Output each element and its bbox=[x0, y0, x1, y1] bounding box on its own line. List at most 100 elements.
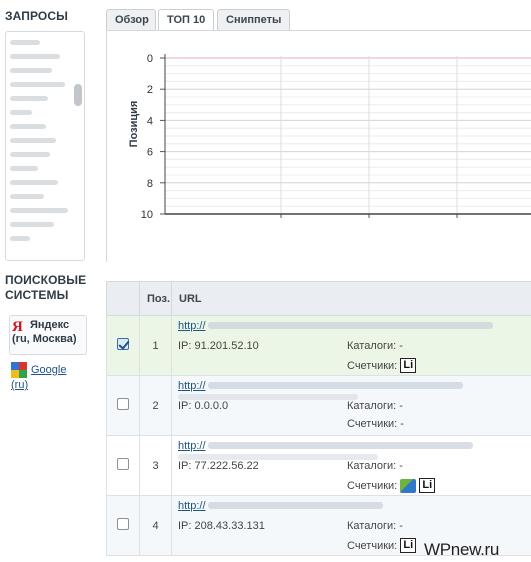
y-tick-label: 4 bbox=[147, 115, 153, 127]
list-item[interactable] bbox=[10, 54, 60, 59]
row-select-cell bbox=[106, 375, 140, 436]
row-counters: Счетчики: Li bbox=[347, 358, 417, 373]
queries-list[interactable] bbox=[5, 31, 85, 261]
y-tick-label: 2 bbox=[147, 84, 153, 96]
row-ip-label: IP: bbox=[178, 520, 192, 532]
engine-google-block: Google (ru) bbox=[11, 362, 66, 392]
row-url-text[interactable] bbox=[207, 382, 463, 389]
row-ip-value: 0.0.0.0 bbox=[194, 400, 229, 412]
y-tick-label: 6 bbox=[147, 147, 153, 159]
row-counters: Счетчики: - bbox=[347, 418, 404, 430]
engine-yandex[interactable]: Я Яндекс (ru, Москва) bbox=[9, 315, 87, 355]
row-position: 1 bbox=[139, 315, 172, 376]
row-url-text[interactable] bbox=[207, 442, 473, 449]
chart-canvas: 0 2 4 6 8 10 Позиция bbox=[128, 53, 531, 221]
tabs-bar: Обзор ТОП 10 Сниппеты bbox=[106, 6, 531, 31]
row-checkbox[interactable] bbox=[117, 518, 129, 530]
position-chart: 0 2 4 6 8 10 Позиция bbox=[106, 30, 531, 262]
list-item[interactable] bbox=[10, 152, 50, 157]
row-checkbox[interactable] bbox=[117, 458, 129, 470]
tab-top10[interactable]: ТОП 10 bbox=[158, 9, 214, 31]
row-counters-label: Счетчики: bbox=[347, 479, 398, 492]
header-select bbox=[106, 281, 140, 316]
row-url-line: http:// bbox=[178, 499, 531, 512]
row-catalogs: Каталоги: - bbox=[347, 520, 403, 532]
row-catalogs-label: Каталоги: bbox=[347, 340, 397, 352]
row-catalogs-label: Каталоги: bbox=[347, 520, 397, 532]
row-url-link[interactable]: http:// bbox=[178, 440, 206, 452]
queries-section-title: ЗАПРОСЫ bbox=[5, 9, 68, 23]
list-item[interactable] bbox=[10, 110, 32, 115]
row-url-text[interactable] bbox=[207, 502, 383, 509]
table-row[interactable]: 1 http:// IP: 91.201.52.10 Каталоги: - С… bbox=[106, 315, 531, 376]
row-counters-label: Счетчики: bbox=[347, 418, 398, 430]
row-catalogs-value: - bbox=[399, 400, 403, 412]
row-url-cell: http:// IP: 77.222.56.22 Каталоги: - Сче… bbox=[171, 435, 531, 496]
row-checkbox[interactable] bbox=[117, 398, 129, 410]
row-counters-label: Счетчики: bbox=[347, 359, 398, 372]
list-item[interactable] bbox=[10, 236, 30, 241]
tab-overview[interactable]: Обзор bbox=[106, 9, 156, 30]
row-position: 3 bbox=[139, 435, 172, 496]
engine-google-region[interactable]: (ru) bbox=[11, 379, 66, 392]
row-ip-value: 91.201.52.10 bbox=[194, 340, 259, 352]
row-url-line: http:// bbox=[178, 319, 531, 332]
li-icon[interactable]: Li bbox=[419, 478, 436, 493]
list-item[interactable] bbox=[10, 138, 56, 143]
row-select-cell bbox=[106, 435, 140, 496]
header-position: Поз. bbox=[139, 281, 172, 316]
tab-snippets[interactable]: Сниппеты bbox=[217, 9, 290, 30]
row-catalogs-label: Каталоги: bbox=[347, 400, 397, 412]
row-catalogs: Каталоги: - bbox=[347, 460, 403, 472]
row-ip: IP: 0.0.0.0 bbox=[178, 400, 228, 412]
table-header: Поз. URL bbox=[106, 281, 531, 316]
row-url-line: http:// bbox=[178, 439, 531, 452]
row-url-text[interactable] bbox=[207, 322, 493, 329]
row-checkbox[interactable] bbox=[117, 338, 129, 350]
row-select-cell bbox=[106, 315, 140, 376]
y-tick-label: 10 bbox=[141, 209, 153, 221]
engine-google-line: Google bbox=[11, 362, 66, 378]
row-ip: IP: 208.43.33.131 bbox=[178, 520, 265, 532]
row-ip-value: 208.43.33.131 bbox=[194, 520, 265, 532]
row-counters: Счетчики: Li bbox=[347, 538, 417, 553]
list-item[interactable] bbox=[10, 222, 54, 227]
list-item[interactable] bbox=[10, 180, 58, 185]
table-row[interactable]: 3 http:// IP: 77.222.56.22 Каталоги: - С… bbox=[106, 435, 531, 496]
queries-list-items bbox=[10, 40, 72, 250]
row-url-link[interactable]: http:// bbox=[178, 380, 206, 392]
y-tick-label: 0 bbox=[147, 53, 153, 65]
list-item[interactable] bbox=[10, 68, 52, 73]
row-url-link[interactable]: http:// bbox=[178, 500, 206, 512]
row-select-cell bbox=[106, 495, 140, 556]
row-url-cell: http:// IP: 0.0.0.0 Каталоги: - Счетчики… bbox=[171, 375, 531, 436]
li-icon[interactable]: Li bbox=[400, 538, 417, 553]
engine-google-name[interactable]: Google bbox=[31, 364, 66, 377]
table-row[interactable]: 2 http:// IP: 0.0.0.0 Каталоги: - Счетчи… bbox=[106, 375, 531, 436]
li-icon[interactable]: Li bbox=[400, 358, 417, 373]
row-url-link[interactable]: http:// bbox=[178, 320, 206, 332]
list-item[interactable] bbox=[10, 96, 48, 101]
row-url-cell: http:// IP: 91.201.52.10 Каталоги: - Сче… bbox=[171, 315, 531, 376]
list-item[interactable] bbox=[10, 208, 68, 213]
scrollbar-thumb[interactable] bbox=[74, 84, 82, 106]
engine-yandex-region: (ru, Москва) bbox=[12, 333, 77, 345]
row-counters-value: - bbox=[400, 418, 404, 430]
row-catalogs-value: - bbox=[399, 520, 403, 532]
row-catalogs-value: - bbox=[399, 460, 403, 472]
engine-google[interactable]: Google (ru) bbox=[9, 362, 66, 392]
row-counters: Счетчики: Li bbox=[347, 478, 436, 493]
row-catalogs-label: Каталоги: bbox=[347, 460, 397, 472]
row-ip: IP: 91.201.52.10 bbox=[178, 340, 259, 352]
queries-scrollbar[interactable] bbox=[74, 34, 82, 258]
list-item[interactable] bbox=[10, 194, 44, 199]
row-counters-label: Счетчики: bbox=[347, 539, 398, 552]
list-item[interactable] bbox=[10, 82, 65, 87]
row-ip-label: IP: bbox=[178, 460, 192, 472]
counter-icon[interactable] bbox=[400, 478, 417, 493]
list-item[interactable] bbox=[10, 166, 38, 171]
list-item[interactable] bbox=[10, 124, 46, 129]
row-catalogs-value: - bbox=[399, 340, 403, 352]
row-catalogs: Каталоги: - bbox=[347, 400, 403, 412]
list-item[interactable] bbox=[10, 40, 40, 45]
